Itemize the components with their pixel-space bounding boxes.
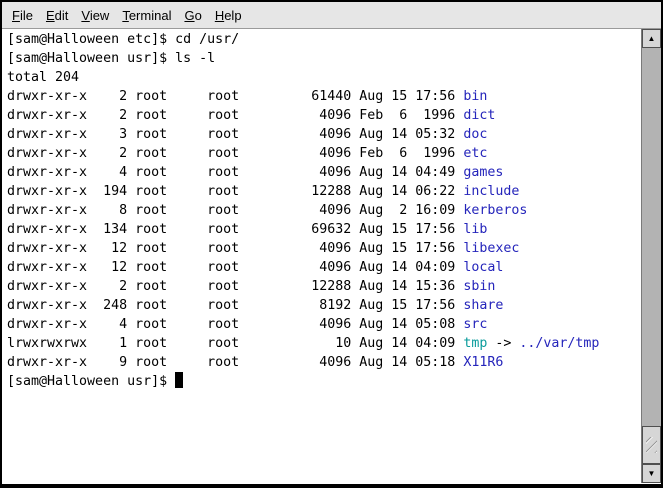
terminal-line: [sam@Halloween usr]$: [7, 372, 641, 391]
terminal-text: drwxr-xr-x 134 root root 69632 Aug 15 17…: [7, 222, 463, 237]
directory-name: bin: [463, 89, 487, 104]
terminal-text: drwxr-xr-x 12 root root 4096 Aug 15 17:5…: [7, 241, 463, 256]
scrollbar-track[interactable]: [642, 48, 661, 464]
terminal-line: drwxr-xr-x 12 root root 4096 Aug 15 17:5…: [7, 239, 641, 258]
scrollbar-thumb[interactable]: [642, 426, 661, 464]
directory-name: src: [463, 317, 487, 332]
terminal-text: drwxr-xr-x 248 root root 8192 Aug 15 17:…: [7, 298, 463, 313]
scroll-down-icon: ▼: [648, 469, 656, 478]
terminal-line: drwxr-xr-x 4 root root 4096 Aug 14 05:08…: [7, 315, 641, 334]
terminal-line: drwxr-xr-x 9 root root 4096 Aug 14 05:18…: [7, 353, 641, 372]
terminal-text: drwxr-xr-x 12 root root 4096 Aug 14 04:0…: [7, 260, 463, 275]
terminal-line: drwxr-xr-x 194 root root 12288 Aug 14 06…: [7, 182, 641, 201]
directory-name: libexec: [463, 241, 519, 256]
terminal-text: [sam@Halloween usr]$ ls -l: [7, 51, 215, 66]
terminal-window: FileEditViewTerminalGoHelp [sam@Hallowee…: [0, 0, 663, 488]
terminal-line: drwxr-xr-x 4 root root 4096 Aug 14 04:49…: [7, 163, 641, 182]
terminal-text: lrwxrwxrwx 1 root root 10 Aug 14 04:09: [7, 336, 463, 351]
terminal-text: drwxr-xr-x 9 root root 4096 Aug 14 05:18: [7, 355, 463, 370]
directory-name: etc: [463, 146, 487, 161]
directory-name: X11R6: [463, 355, 503, 370]
terminal-text: total 204: [7, 70, 79, 85]
terminal-text: [sam@Halloween usr]$: [7, 374, 175, 389]
terminal-text: drwxr-xr-x 194 root root 12288 Aug 14 06…: [7, 184, 463, 199]
terminal-line: drwxr-xr-x 2 root root 4096 Feb 6 1996 e…: [7, 144, 641, 163]
directory-name: lib: [463, 222, 487, 237]
directory-name: include: [463, 184, 519, 199]
terminal-line: drwxr-xr-x 2 root root 12288 Aug 14 15:3…: [7, 277, 641, 296]
terminal-text: [sam@Halloween etc]$ cd /usr/: [7, 32, 239, 47]
scrollbar: ▲ ▼: [641, 29, 661, 483]
terminal-text: drwxr-xr-x 2 root root 12288 Aug 14 15:3…: [7, 279, 463, 294]
terminal-line: drwxr-xr-x 2 root root 4096 Feb 6 1996 d…: [7, 106, 641, 125]
terminal-line: drwxr-xr-x 248 root root 8192 Aug 15 17:…: [7, 296, 641, 315]
terminal-text: drwxr-xr-x 4 root root 4096 Aug 14 04:49: [7, 165, 463, 180]
scroll-down-button[interactable]: ▼: [642, 464, 661, 483]
menu-item-file[interactable]: File: [6, 5, 39, 26]
terminal-text: drwxr-xr-x 2 root root 61440 Aug 15 17:5…: [7, 89, 463, 104]
terminal-line: total 204: [7, 68, 641, 87]
menu-item-terminal[interactable]: Terminal: [116, 5, 177, 26]
directory-name: kerberos: [463, 203, 527, 218]
scroll-up-icon: ▲: [648, 34, 656, 43]
directory-name: local: [463, 260, 503, 275]
terminal-content: [sam@Halloween etc]$ cd /usr/ [sam@Hallow…: [2, 29, 661, 483]
directory-name: doc: [463, 127, 487, 142]
menu-bar: FileEditViewTerminalGoHelp: [2, 2, 661, 29]
directory-name: share: [463, 298, 503, 313]
terminal-line: drwxr-xr-x 3 root root 4096 Aug 14 05:32…: [7, 125, 641, 144]
menu-item-help[interactable]: Help: [209, 5, 248, 26]
terminal-text: drwxr-xr-x 4 root root 4096 Aug 14 05:08: [7, 317, 463, 332]
text-cursor: [175, 372, 183, 388]
terminal-text: drwxr-xr-x 2 root root 4096 Feb 6 1996: [7, 146, 463, 161]
terminal-line: drwxr-xr-x 8 root root 4096 Aug 2 16:09 …: [7, 201, 641, 220]
terminal-line: drwxr-xr-x 134 root root 69632 Aug 15 17…: [7, 220, 641, 239]
terminal-line: [sam@Halloween etc]$ cd /usr/: [7, 30, 641, 49]
scroll-up-button[interactable]: ▲: [642, 29, 661, 48]
terminal-text: drwxr-xr-x 8 root root 4096 Aug 2 16:09: [7, 203, 463, 218]
directory-name: dict: [463, 108, 495, 123]
terminal-output[interactable]: [sam@Halloween etc]$ cd /usr/ [sam@Hallow…: [2, 29, 641, 483]
terminal-text: ->: [487, 336, 519, 351]
directory-name: ../var/tmp: [519, 336, 599, 351]
terminal-line: lrwxrwxrwx 1 root root 10 Aug 14 04:09 t…: [7, 334, 641, 353]
directory-name: sbin: [463, 279, 495, 294]
terminal-line: drwxr-xr-x 12 root root 4096 Aug 14 04:0…: [7, 258, 641, 277]
terminal-text: drwxr-xr-x 2 root root 4096 Feb 6 1996: [7, 108, 463, 123]
menu-item-go[interactable]: Go: [178, 5, 207, 26]
directory-name: games: [463, 165, 503, 180]
menu-item-edit[interactable]: Edit: [40, 5, 74, 26]
terminal-line: drwxr-xr-x 2 root root 61440 Aug 15 17:5…: [7, 87, 641, 106]
menu-item-view[interactable]: View: [75, 5, 115, 26]
terminal-line: [sam@Halloween usr]$ ls -l: [7, 49, 641, 68]
terminal-text: drwxr-xr-x 3 root root 4096 Aug 14 05:32: [7, 127, 463, 142]
symlink-name: tmp: [463, 336, 487, 351]
